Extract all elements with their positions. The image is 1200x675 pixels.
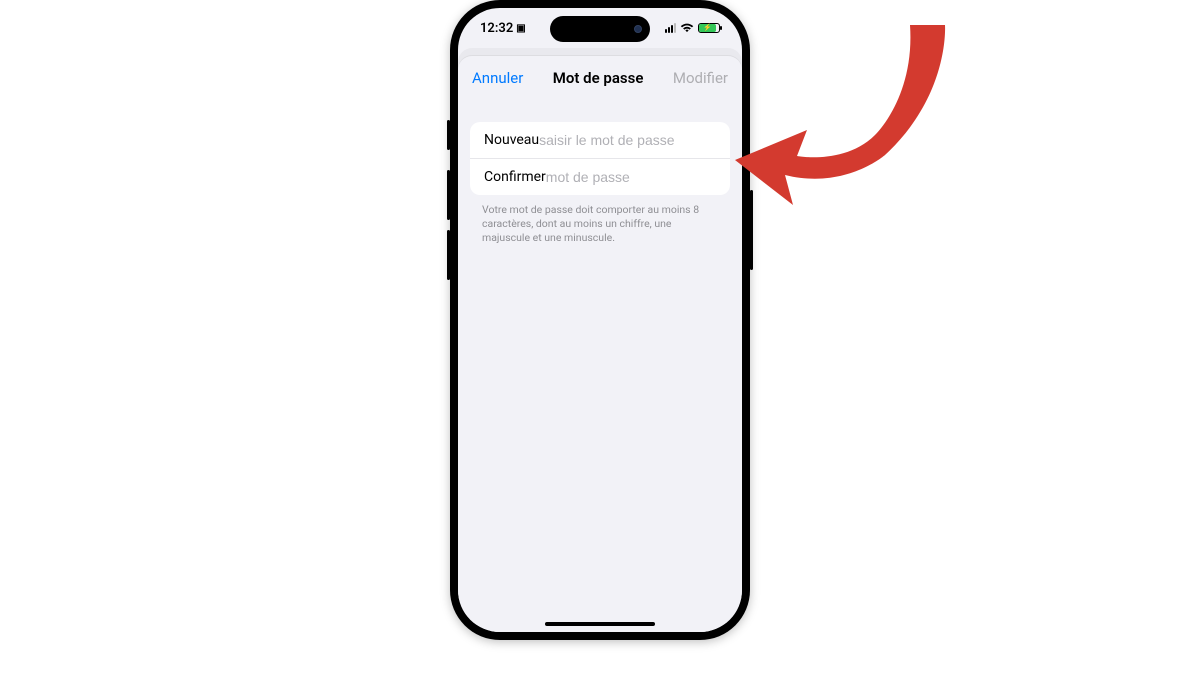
screen: 12:32 ▣ ⚡ Annuler Mot de passe Modifi: [458, 8, 742, 632]
new-password-label: Nouveau: [484, 132, 539, 148]
modify-button[interactable]: Modifier: [673, 69, 728, 87]
confirm-password-row: Confirmer: [470, 158, 730, 195]
annotation-arrow-icon: [735, 5, 955, 225]
cellular-signal-icon: [665, 23, 676, 33]
phone-volume-down-button: [447, 230, 450, 280]
nav-bar: Annuler Mot de passe Modifier: [458, 56, 742, 100]
password-form-group: Nouveau Confirmer: [470, 122, 730, 195]
phone-side-button: [447, 120, 450, 150]
password-hint-text: Votre mot de passe doit comporter au moi…: [482, 203, 718, 246]
new-password-input[interactable]: [539, 132, 720, 148]
phone-volume-up-button: [447, 170, 450, 220]
status-time: 12:32: [480, 21, 513, 36]
confirm-password-input[interactable]: [546, 169, 727, 185]
wifi-icon: [680, 23, 694, 33]
camera-dot-icon: [634, 25, 642, 33]
shortcuts-icon: ▣: [516, 23, 525, 34]
dynamic-island: [550, 16, 650, 42]
charging-bolt-icon: ⚡: [703, 25, 712, 32]
page-title: Mot de passe: [553, 69, 644, 87]
cancel-button[interactable]: Annuler: [472, 69, 523, 87]
phone-frame: 12:32 ▣ ⚡ Annuler Mot de passe Modifi: [450, 0, 750, 640]
confirm-password-label: Confirmer: [484, 169, 546, 185]
battery-icon: ⚡: [698, 23, 720, 33]
home-indicator[interactable]: [545, 622, 655, 626]
new-password-row: Nouveau: [470, 122, 730, 158]
phone-power-button: [750, 190, 753, 270]
password-sheet: Annuler Mot de passe Modifier Nouveau Co…: [458, 56, 742, 632]
